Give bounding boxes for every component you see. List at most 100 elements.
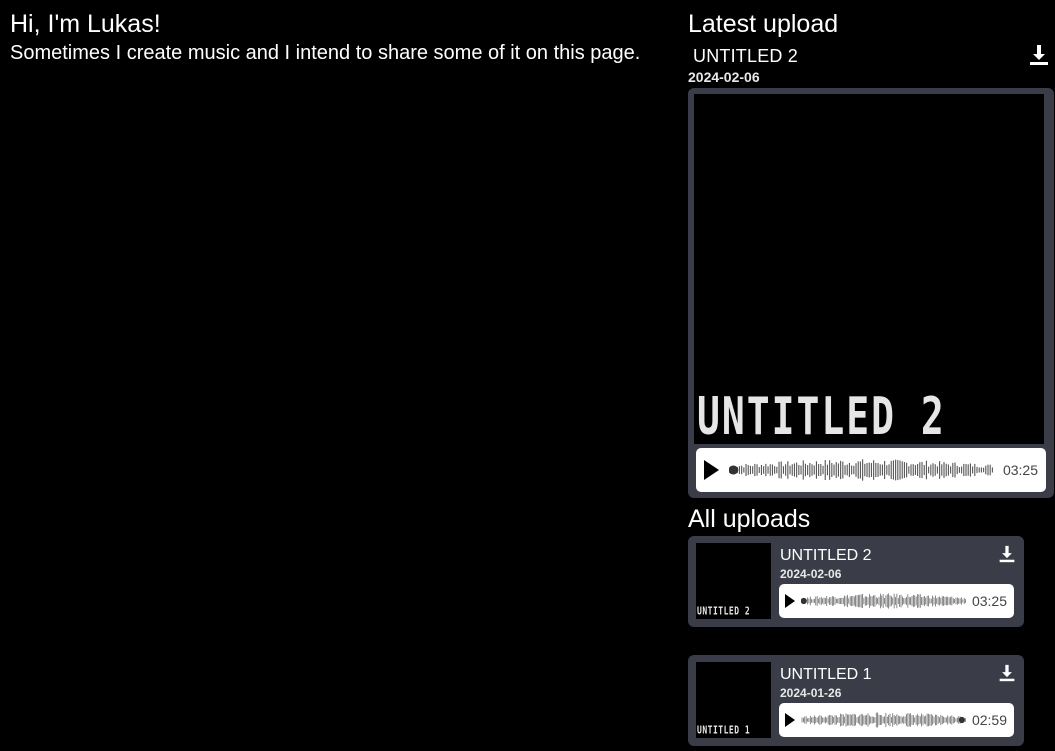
waveform-bar [884, 460, 886, 480]
download-icon[interactable] [1028, 43, 1050, 67]
waveform-bar [819, 597, 821, 605]
waveform-bar [855, 463, 857, 477]
waveform-bar [787, 461, 789, 479]
play-icon[interactable] [785, 713, 795, 727]
waveform-bar [929, 714, 931, 726]
waveform-bar [875, 712, 877, 728]
waveform-bar [948, 717, 950, 723]
waveform-bar [820, 715, 822, 725]
waveform-bar [813, 465, 815, 475]
waveform-bar [896, 714, 898, 726]
waveform-bar [869, 715, 870, 725]
waveform-bar [875, 597, 877, 605]
waveform-bar [937, 597, 939, 605]
waveform-bar [880, 714, 881, 726]
waveform-bar [930, 598, 932, 604]
waveform-bar [851, 715, 852, 725]
waveform-bar [899, 595, 900, 607]
waveform-bar [838, 597, 840, 605]
playhead-dot[interactable] [958, 716, 965, 724]
waveform-bar [912, 464, 914, 476]
waveform-bar [814, 598, 815, 604]
waveform-bar [903, 598, 905, 604]
waveform-bar [827, 715, 829, 725]
waveform-bar [892, 713, 894, 727]
waveform-bar [891, 717, 892, 723]
waveform-bar [917, 714, 918, 726]
track-duration: 03:25 [1002, 462, 1038, 478]
waveform-bar [873, 716, 874, 724]
waveform-seekbar[interactable] [801, 711, 966, 729]
waveform-bar [823, 717, 825, 723]
waveform-bar [914, 595, 916, 607]
waveform-bar [812, 716, 814, 724]
waveform-bar [780, 461, 782, 479]
waveform-bar [881, 715, 883, 725]
play-icon[interactable] [704, 460, 719, 480]
waveform-bar [864, 596, 866, 606]
waveform-bar [951, 596, 953, 606]
playhead-dot[interactable] [729, 465, 739, 475]
waveform-bar [886, 594, 888, 608]
waveform-bar [911, 715, 913, 725]
waveform-bar [825, 598, 826, 604]
waveform-bar [965, 718, 966, 722]
waveform-bar [957, 717, 958, 723]
playhead-dot[interactable] [801, 597, 807, 605]
waveform-bar [826, 464, 828, 476]
waveform-bar [952, 462, 954, 478]
waveform-bar [800, 465, 802, 475]
waveform-bar [919, 716, 921, 724]
waveform-bar [886, 716, 888, 724]
waveform-bar [963, 598, 965, 604]
waveform-bar [754, 463, 756, 477]
waveform-bar [808, 598, 810, 604]
waveform-bar [917, 594, 918, 608]
waveform-bar [870, 463, 872, 477]
waveform-bar [882, 594, 884, 608]
waveform-bar [946, 596, 947, 606]
waveform-bar [870, 716, 872, 724]
waveform-bar [758, 467, 760, 473]
waveform-bar [928, 466, 930, 474]
waveform-bar [837, 717, 839, 723]
play-icon[interactable] [785, 594, 795, 608]
waveform-bar [844, 595, 845, 607]
waveform-bar [827, 598, 829, 604]
waveform-bar [903, 716, 905, 724]
waveform-bar [950, 466, 952, 474]
waveform-bar [880, 593, 881, 609]
waveform-seekbar[interactable] [801, 592, 966, 610]
waveform-bar [756, 464, 758, 476]
album-cover: UNTITLED 2 [694, 94, 1044, 444]
waveform-bar [803, 717, 804, 723]
cover-title-text: UNTITLED 2 [697, 386, 946, 444]
intro-description: Sometimes I create music and I intend to… [10, 42, 641, 64]
waveform-bar [950, 716, 951, 724]
waveform-bar [906, 462, 908, 478]
waveform-bar [833, 464, 835, 476]
download-icon[interactable] [998, 663, 1016, 683]
waveform-seekbar[interactable] [729, 457, 993, 483]
track-card: UNTITLED 1 UNTITLED 1 2024-01-26 02:59 [688, 655, 1024, 746]
waveform-bar [985, 465, 987, 475]
waveform-bar [922, 714, 924, 726]
waveform-bar [835, 462, 837, 478]
waveform-bar [776, 466, 778, 474]
waveform-bar [878, 596, 880, 606]
waveform-bar [940, 714, 942, 726]
waveform-bar [911, 596, 913, 606]
waveform-bar [782, 466, 784, 474]
waveform-bar [831, 463, 833, 477]
waveform-bar [915, 715, 917, 725]
waveform-bar [967, 464, 969, 476]
waveform-bar [952, 598, 954, 604]
waveform-bar [789, 465, 791, 475]
download-icon[interactable] [998, 544, 1016, 564]
waveform-bar [947, 715, 949, 725]
waveform-bar [924, 595, 925, 607]
waveform-bar [980, 467, 982, 473]
waveform-bar [914, 717, 916, 723]
waveform-bar [830, 597, 832, 605]
waveform-bar [811, 599, 812, 603]
